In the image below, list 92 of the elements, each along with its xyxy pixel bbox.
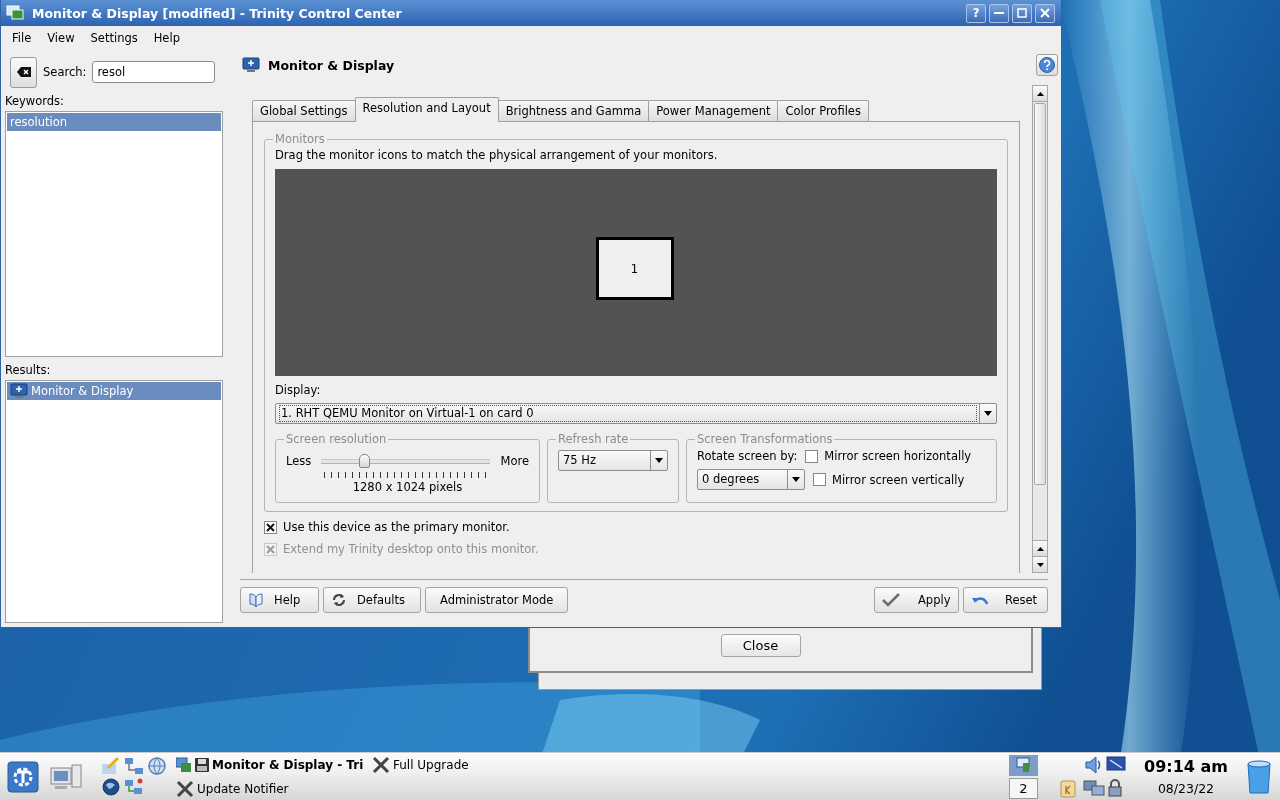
- clock-time[interactable]: 09:14 am: [1144, 757, 1228, 776]
- close-icon: [1040, 8, 1050, 18]
- monitor-icon: [1015, 757, 1032, 773]
- monitor-icon: [10, 383, 28, 399]
- dropdown-arrow-icon: [984, 411, 992, 416]
- display-label: Display:: [275, 383, 322, 397]
- search-label: Search:: [43, 65, 87, 79]
- search-field[interactable]: resol: [92, 61, 216, 83]
- administrator-mode-button[interactable]: Administrator Mode: [425, 587, 569, 613]
- minimize-icon: [994, 12, 1004, 14]
- floppy-icon: [195, 757, 209, 772]
- clear-icon: [15, 66, 32, 78]
- tab[interactable]: Color Profiles: [777, 100, 869, 121]
- x-icon: [372, 755, 390, 774]
- padlock-icon[interactable]: [1106, 778, 1124, 798]
- menu-item[interactable]: Settings: [82, 31, 146, 45]
- checkbox[interactable]: [805, 449, 819, 463]
- scrollbar-handle[interactable]: [1034, 103, 1046, 485]
- tab[interactable]: Power Management: [648, 100, 779, 121]
- rotation-dropdown[interactable]: 0 degrees: [697, 469, 805, 490]
- tab[interactable]: Brightness and Gamma: [497, 100, 650, 121]
- x-icon: [176, 779, 194, 798]
- dropdown-arrow-icon: [792, 477, 800, 482]
- up-arrow-icon: [1036, 546, 1044, 551]
- group-title: Screen resolution: [285, 432, 388, 446]
- resolution-reading: 1280 x 1024 pixels: [351, 480, 464, 494]
- clear-search-button[interactable]: [10, 56, 37, 88]
- desktop-pager-cell[interactable]: [1009, 754, 1038, 776]
- defaults-button[interactable]: Defaults: [323, 587, 421, 613]
- check-x-icon: [266, 522, 275, 532]
- rotate-label: Rotate screen by:: [697, 449, 798, 463]
- group-title: Monitors: [274, 132, 326, 146]
- trash-icon[interactable]: [1246, 758, 1272, 795]
- dropdown-arrow-icon: [655, 458, 663, 463]
- refresh-rate-dropdown[interactable]: 75 Hz: [558, 450, 668, 471]
- keywords-label: Keywords:: [5, 94, 65, 110]
- taskbar-button[interactable]: Full Upgrade: [372, 753, 473, 776]
- help-button[interactable]: Help: [240, 587, 319, 613]
- checkbox[interactable]: [813, 473, 826, 486]
- down-arrow-icon: [1036, 562, 1044, 567]
- scrollbar[interactable]: [1032, 85, 1048, 573]
- clock-date: 08/23/22: [1157, 781, 1215, 796]
- monitor-icon: [242, 57, 260, 73]
- checkbox[interactable]: [264, 520, 277, 534]
- computer-icon[interactable]: [50, 761, 82, 792]
- checkbox-label: Mirror screen vertically: [832, 472, 965, 487]
- menu-item[interactable]: Help: [145, 31, 188, 45]
- maximize-icon: [1017, 8, 1027, 18]
- taskbar-button[interactable]: Update Notifier: [176, 777, 372, 800]
- speaker-icon[interactable]: [1083, 755, 1103, 775]
- close-button[interactable]: Close: [720, 634, 801, 657]
- desktop-pager-cell[interactable]: 2: [1009, 777, 1038, 799]
- results-label: Results:: [5, 363, 52, 379]
- slider-min-label: Less: [286, 454, 312, 468]
- hint-text: Drag the monitor icons to match the physical arrangement of your monitors.: [275, 148, 719, 162]
- slider-thumb[interactable]: [358, 454, 370, 468]
- module-title: Monitor & Display: [268, 57, 396, 73]
- group-title: Refresh rate: [557, 432, 630, 446]
- help-button[interactable]: [1036, 54, 1058, 76]
- refresh-icon: [331, 592, 347, 608]
- display-dropdown[interactable]: 1. RHT QEMU Monitor on Virtual-1 on card 0: [275, 403, 997, 424]
- reset-button[interactable]: Reset: [963, 587, 1048, 613]
- network-icon[interactable]: [123, 777, 145, 797]
- book-icon: [248, 592, 264, 608]
- window-title: Monitor & Display [modified] - Trinity Control Center: [32, 5, 403, 21]
- scroll-up-button[interactable]: [1033, 540, 1047, 556]
- check-x-icon: [266, 544, 275, 554]
- group-title: Screen Transformations: [696, 432, 834, 446]
- monitor-tile[interactable]: 1: [595, 237, 674, 300]
- scroll-up-button[interactable]: [1033, 86, 1047, 102]
- slider-max-label: More: [500, 454, 529, 468]
- app-icon: [6, 5, 24, 21]
- help-icon: [1039, 57, 1055, 73]
- apply-button[interactable]: Apply: [874, 587, 959, 613]
- minimize-button[interactable]: [989, 3, 1009, 23]
- scroll-down-button[interactable]: [1033, 556, 1047, 572]
- network-icon[interactable]: [1083, 778, 1105, 798]
- check-icon: [882, 593, 900, 607]
- k-menu-icon[interactable]: [7, 760, 39, 793]
- monitor-icon: [176, 756, 192, 773]
- checkbox-label: Mirror screen horizontally: [824, 449, 972, 463]
- close-button[interactable]: [1035, 3, 1055, 23]
- tab[interactable]: Global Settings: [252, 100, 356, 121]
- up-arrow-icon: [1036, 91, 1044, 96]
- menu-item[interactable]: View: [39, 31, 83, 45]
- checkbox-label: Use this device as the primary monitor.: [283, 520, 510, 534]
- tab[interactable]: Resolution and Layout: [354, 97, 499, 122]
- menu-item[interactable]: File: [4, 31, 40, 45]
- checkbox-label: Extend my Trinity desktop onto this monitor.: [283, 542, 539, 556]
- taskbar-button[interactable]: Monitor & Display - Tri: [176, 753, 372, 776]
- display-icon[interactable]: [1106, 755, 1126, 773]
- maximize-button[interactable]: [1012, 3, 1032, 23]
